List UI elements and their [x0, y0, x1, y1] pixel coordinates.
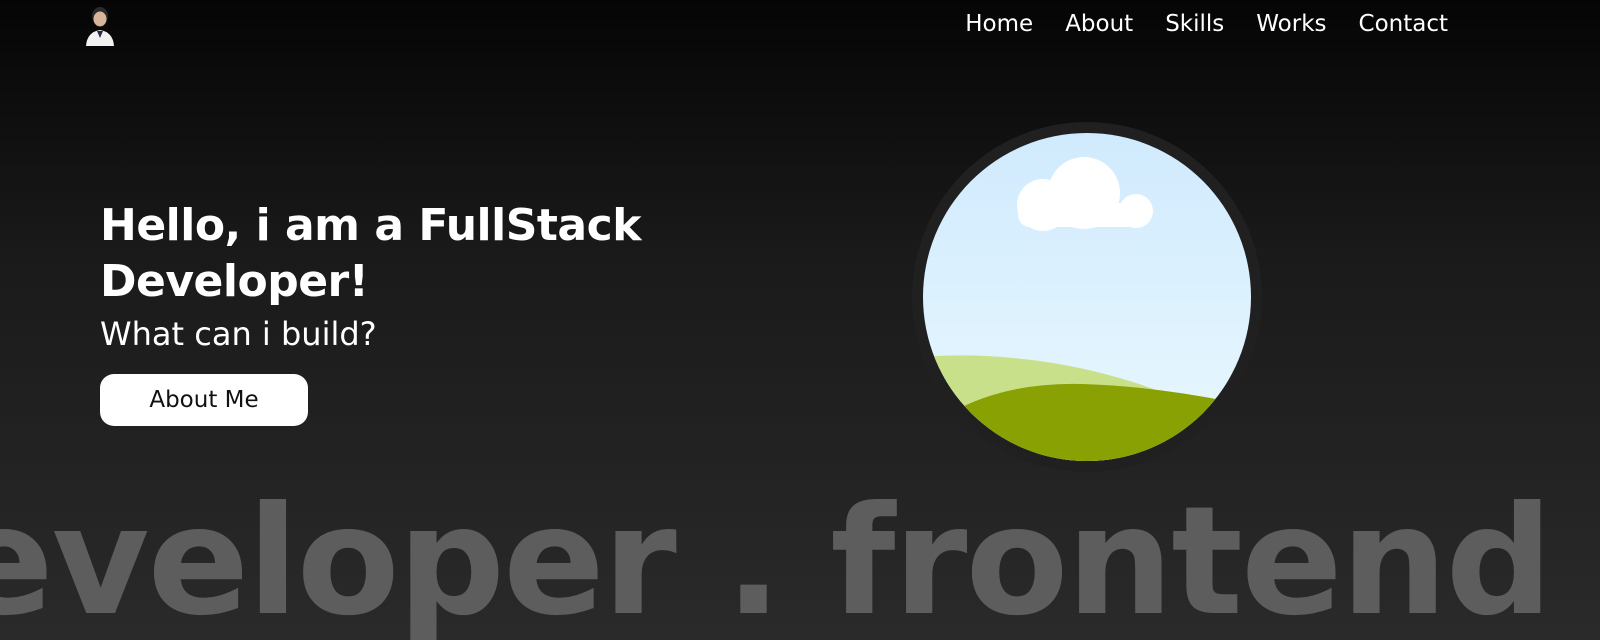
hero-subtitle: What can i build?	[100, 315, 377, 353]
nav-skills-link[interactable]: Skills	[1165, 8, 1224, 40]
landscape-illustration-icon	[912, 122, 1262, 472]
nav-home-link[interactable]: Home	[965, 8, 1033, 40]
avatar[interactable]	[82, 4, 118, 46]
hero-title: Hello, i am a FullStack Developer!	[100, 200, 641, 307]
site-header: Home About Skills Works Contact	[0, 0, 1600, 50]
marquee-text: eveloper . frontend . d	[0, 475, 1600, 640]
main-nav: Home About Skills Works Contact	[933, 8, 1448, 40]
page: Home About Skills Works Contact Hello, i…	[0, 0, 1600, 640]
nav-about-link[interactable]: About	[1065, 8, 1133, 40]
hero-section: Hello, i am a FullStack Developer! What …	[100, 198, 720, 426]
nav-works-link[interactable]: Works	[1256, 8, 1326, 40]
about-me-button[interactable]: About Me	[100, 374, 308, 426]
nav-contact-link[interactable]: Contact	[1359, 8, 1448, 40]
